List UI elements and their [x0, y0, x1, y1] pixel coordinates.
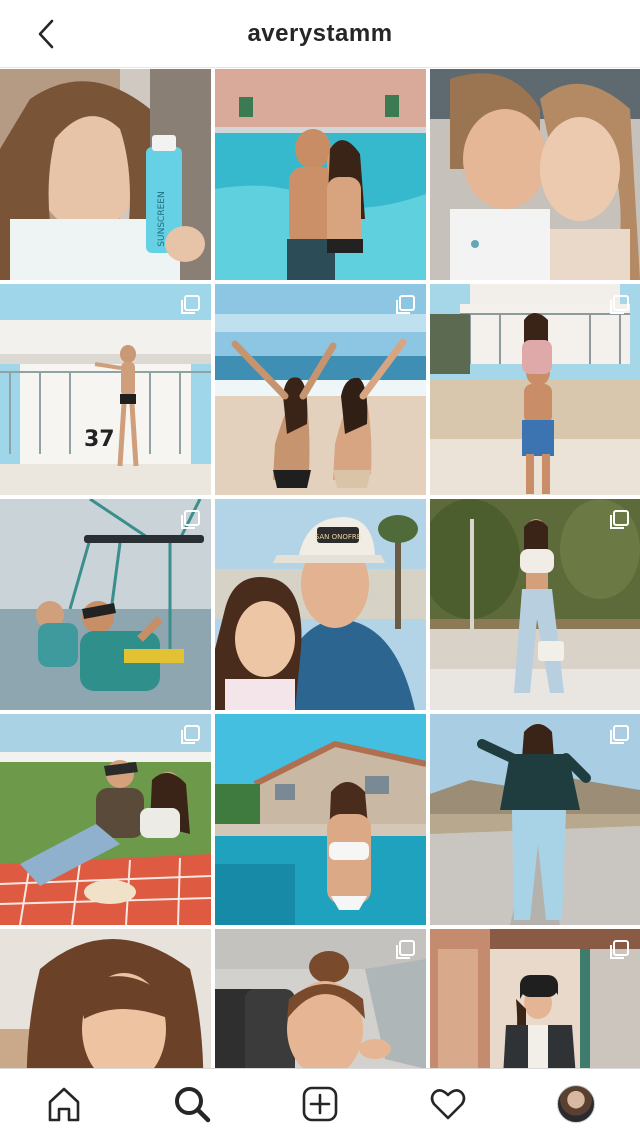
new-post-icon	[302, 1086, 338, 1121]
tab-profile[interactable]	[544, 1072, 608, 1136]
grid-tile-3[interactable]	[430, 69, 640, 280]
tab-new-post[interactable]	[288, 1072, 352, 1136]
header-bar: averystamm	[0, 0, 640, 68]
photo-girl-pool	[215, 714, 426, 925]
multiple-photos-icon	[610, 510, 629, 529]
sunscreen-label: SUNSCREEN	[157, 191, 167, 246]
chevron-left-icon	[38, 19, 54, 49]
profile-username-title: averystamm	[247, 19, 393, 47]
multiple-photos-icon	[181, 295, 200, 314]
hat-text: SAN ONOFRE	[315, 533, 361, 541]
photo-couple-selfie	[430, 69, 640, 280]
multiple-photos-icon	[610, 940, 629, 959]
home-icon	[48, 1087, 80, 1121]
grid-tile-10[interactable]	[0, 714, 211, 925]
multiple-photos-icon	[396, 940, 415, 959]
grid-tile-7[interactable]	[0, 499, 211, 710]
grid-tile-1[interactable]: SUNSCREEN	[0, 69, 211, 280]
grid-tile-4[interactable]: 37	[0, 284, 211, 495]
multiple-photos-icon	[396, 295, 415, 314]
back-button[interactable]	[26, 14, 66, 54]
grid-tile-13[interactable]	[0, 929, 211, 1068]
multiple-photos-icon	[610, 725, 629, 744]
search-icon	[175, 1086, 211, 1122]
photo-couple-pool	[215, 69, 426, 280]
photo-selfie-long-hair	[0, 929, 211, 1068]
grid-tile-12[interactable]	[430, 714, 640, 925]
multiple-photos-icon	[610, 295, 629, 314]
grid-tile-6[interactable]	[430, 284, 640, 495]
grid-tile-14[interactable]	[215, 929, 426, 1068]
grid-tile-5[interactable]	[215, 284, 426, 495]
tab-home[interactable]	[32, 1072, 96, 1136]
explore-profile-screen: averystamm SUNSCREEN 37 SAN ONOFRE	[0, 0, 640, 1138]
activity-heart-icon	[430, 1088, 466, 1119]
grid-tile-8[interactable]: SAN ONOFRE	[215, 499, 426, 710]
profile-avatar	[557, 1084, 595, 1123]
multiple-photos-icon	[181, 725, 200, 744]
photo-couple-hat: SAN ONOFRE	[215, 499, 426, 710]
grid-tile-15[interactable]	[430, 929, 640, 1068]
tab-search[interactable]	[160, 1072, 224, 1136]
photo-grid: SUNSCREEN 37 SAN ONOFRE	[0, 69, 640, 1068]
photo-selfie-sunscreen: SUNSCREEN	[0, 69, 211, 280]
grid-tile-2[interactable]	[215, 69, 426, 280]
tower-number: 37	[84, 427, 115, 452]
multiple-photos-icon	[181, 510, 200, 529]
grid-tile-9[interactable]	[430, 499, 640, 710]
bottom-tab-bar	[0, 1068, 640, 1138]
grid-tile-11[interactable]	[215, 714, 426, 925]
tab-activity[interactable]	[416, 1072, 480, 1136]
